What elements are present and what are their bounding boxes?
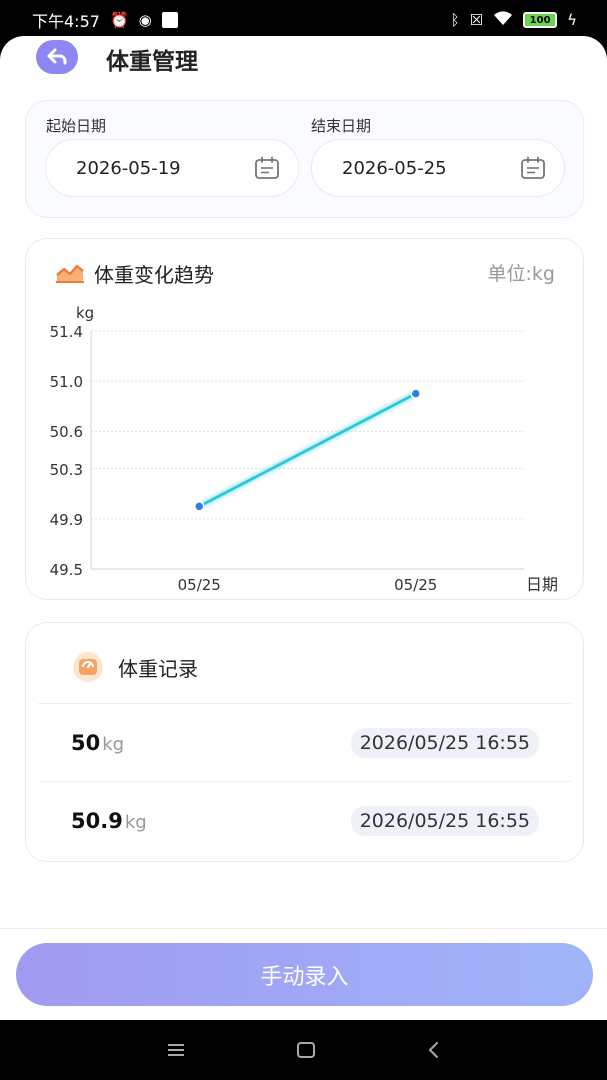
status-bar: 下午4:57 ⏰ ◉ ᛒ ☒ 100 ϟ <box>0 0 607 40</box>
notification-square-icon <box>161 12 178 28</box>
weight-trend-card: 体重变化趋势 单位:kg kg 日期 49.5 49.9 50.3 50.6 51.0 5… <box>25 238 584 600</box>
back-nav-icon[interactable] <box>426 1041 442 1059</box>
home-icon[interactable] <box>296 1041 316 1059</box>
y-tick-label: 51.0 <box>50 373 83 391</box>
start-date-field[interactable]: 2026-05-19 <box>45 139 299 197</box>
weight-line-chart: kg 日期 49.5 49.9 50.3 50.6 51.0 51.4 05/25 05/2… <box>50 304 558 594</box>
manual-entry-button[interactable]: 手动录入 <box>16 943 593 1006</box>
record-row[interactable]: 50.9 kg 2026/05/25 16:55 <box>38 781 571 859</box>
header: 体重管理 <box>0 36 607 86</box>
record-row[interactable]: 50 kg 2026/05/25 16:55 <box>38 703 571 781</box>
record-weight: 50.9 kg <box>71 809 147 833</box>
footer: 手动录入 <box>0 928 607 1020</box>
wifi-icon <box>493 11 513 29</box>
data-point <box>410 388 421 399</box>
record-time-badge: 2026/05/25 16:55 <box>350 805 539 836</box>
y-tick-label: 50.6 <box>50 423 83 441</box>
start-date-value: 2026-05-19 <box>76 157 181 179</box>
x-axis-title: 日期 <box>526 575 558 594</box>
page-title: 体重管理 <box>106 49 198 75</box>
menu-icon[interactable] <box>166 1042 186 1058</box>
alarm-off-icon: ⏰ <box>109 10 129 29</box>
y-axis-unit-label: kg <box>76 304 94 322</box>
charging-icon: ϟ <box>567 10 577 29</box>
battery-level: 100 <box>529 14 551 26</box>
calendar-icon <box>255 156 279 179</box>
x-tick-label: 05/25 <box>394 576 437 594</box>
y-tick-label: 49.5 <box>50 561 83 579</box>
records-header: 体重记录 <box>72 651 198 683</box>
record-time-badge: 2026/05/25 16:55 <box>350 727 539 758</box>
no-sim-icon: ☒ <box>469 10 484 29</box>
end-date-label: 结束日期 <box>311 117 372 135</box>
scale-icon <box>73 652 103 682</box>
x-tick-label: 05/25 <box>178 576 221 594</box>
weight-value: 50.9 <box>71 808 123 833</box>
weight-value: 50 <box>71 730 101 755</box>
bluetooth-icon: ᛒ <box>450 10 460 29</box>
end-date-field[interactable]: 2026-05-25 <box>311 139 565 197</box>
calendar-icon <box>521 156 545 179</box>
back-button[interactable] <box>36 40 78 74</box>
weight-records-card: 体重记录 50 kg 2026/05/25 16:55 50.9 kg 2026/0… <box>25 622 584 862</box>
chart-title: 体重变化趋势 <box>94 263 214 287</box>
system-navigation-bar <box>0 1020 607 1080</box>
trend-chart-icon <box>56 264 84 283</box>
status-time: 下午4:57 <box>32 12 100 31</box>
end-date-value: 2026-05-25 <box>342 157 447 179</box>
weight-unit: kg <box>102 733 125 755</box>
app-screen: 体重管理 起始日期 2026-05-19 结束日期 2026-05-25 体重变… <box>0 36 607 1020</box>
y-tick-label: 51.4 <box>50 323 83 341</box>
data-point <box>194 501 205 512</box>
y-tick-label: 49.9 <box>50 511 83 529</box>
date-range-card: 起始日期 2026-05-19 结束日期 2026-05-25 <box>25 100 584 218</box>
back-arrow-icon <box>47 48 67 65</box>
app-notification-icon: ◉ <box>138 10 152 29</box>
record-weight: 50 kg <box>71 731 124 755</box>
weight-series-line <box>198 392 417 508</box>
y-tick-label: 50.3 <box>50 461 83 479</box>
records-title: 体重记录 <box>118 656 198 681</box>
chart-unit: 单位:kg <box>487 263 555 285</box>
start-date-label: 起始日期 <box>46 117 107 135</box>
battery-icon: 100 <box>523 12 558 28</box>
weight-unit: kg <box>124 811 147 833</box>
